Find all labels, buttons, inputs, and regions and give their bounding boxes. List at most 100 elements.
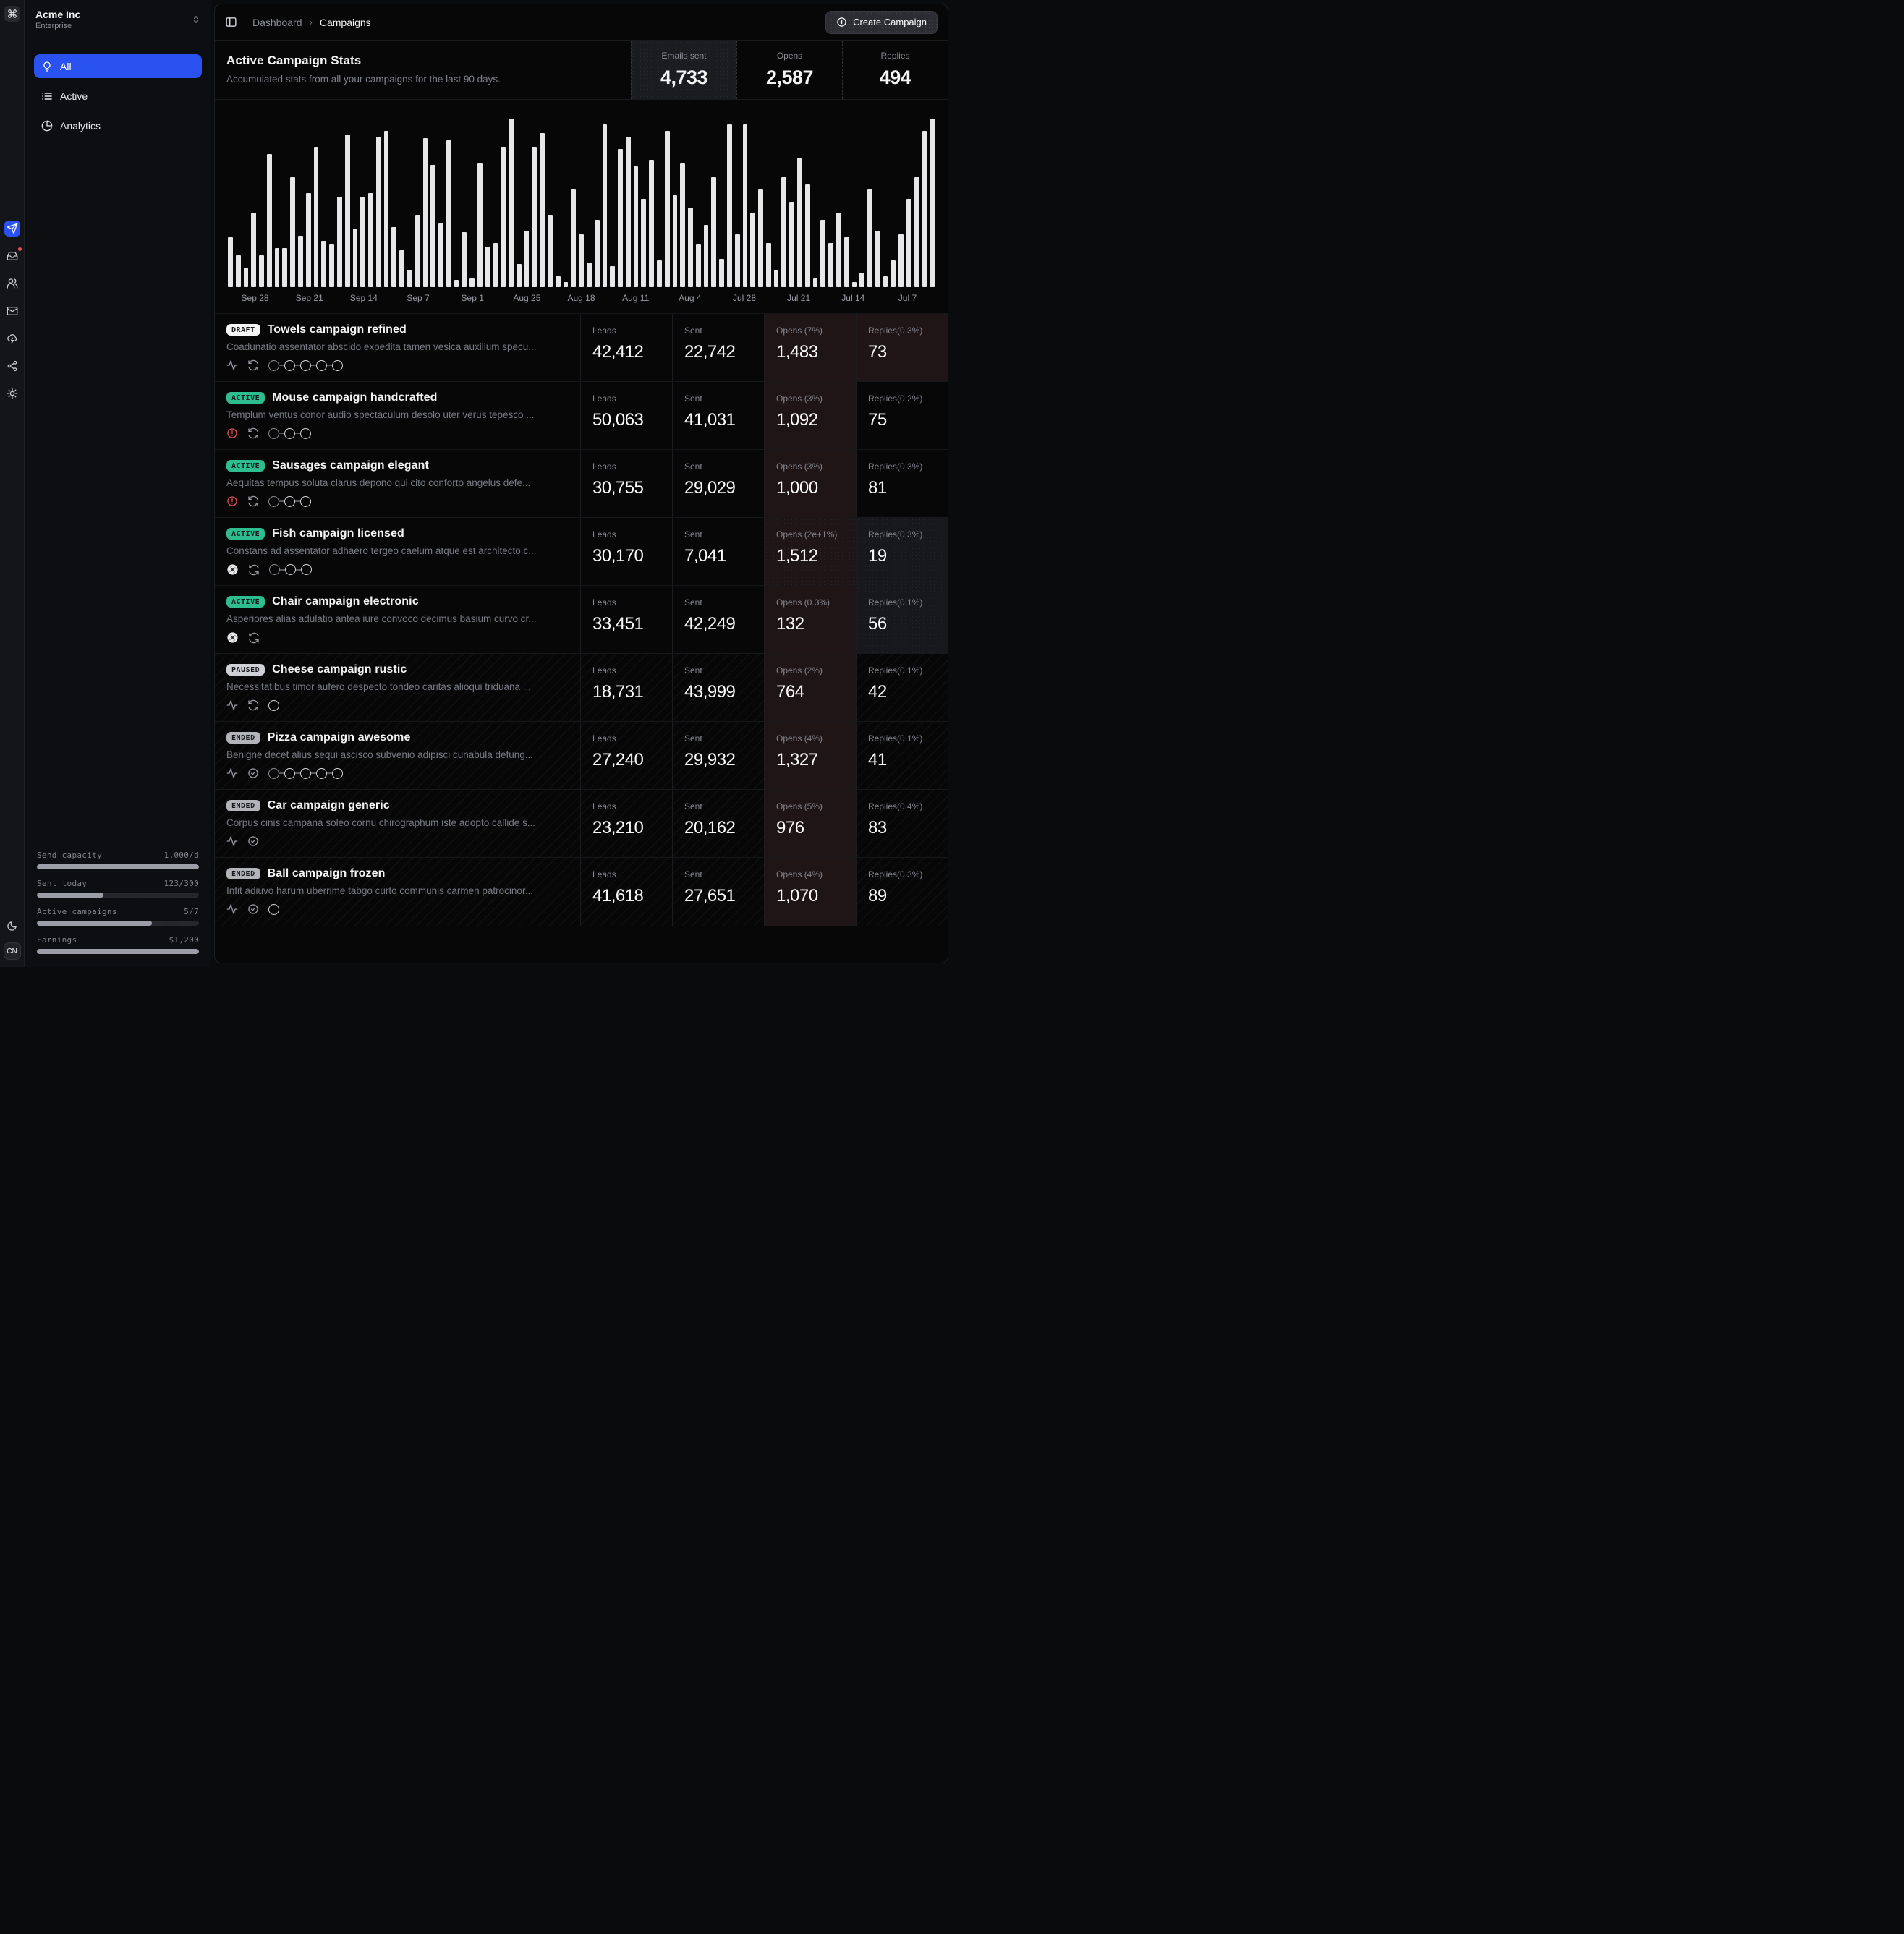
sidebar-item-active[interactable]: Active [34,84,202,108]
stat-cell-label: Leads [592,665,672,676]
stat-cell-value: 56 [868,614,948,634]
org-switcher[interactable]: Acme Inc Enterprise [25,0,211,38]
stat-cell-label: Leads [592,461,672,472]
stat-cell-leads: Leads 27,240 [580,722,672,789]
campaign-row[interactable]: ACTIVE Fish campaign licensed Constans a… [215,518,948,586]
chart-bar [462,232,467,287]
circle-plus-icon [836,17,847,27]
chart-bar [859,273,864,287]
chart-bar [391,227,396,287]
step-connector [311,772,316,774]
campaign-title: Fish campaign licensed [272,527,404,540]
x-tick-label: Jul 7 [880,293,935,303]
chart-bar [306,193,311,287]
step-circle-icon [300,496,311,507]
chart-bar [626,137,631,287]
step-circle-icon [268,904,279,915]
rail-item-users[interactable] [4,276,20,291]
status-badge: ENDED [226,732,260,744]
chart-bar [485,247,490,287]
create-campaign-button[interactable]: Create Campaign [825,11,938,34]
send-icon [7,223,18,234]
rail-item-inbox[interactable] [4,248,20,264]
page-subtitle: Accumulated stats from all your campaign… [226,74,619,85]
refresh-icon [247,427,259,439]
campaign-title: Chair campaign electronic [272,595,419,608]
chart-bar [517,264,522,287]
chart-bar [360,197,365,287]
step-circle-icon [284,768,295,779]
campaign-row[interactable]: ACTIVE Sausages campaign elegant Aequita… [215,450,948,518]
command-menu-button[interactable] [4,6,20,22]
stat-cell-value: 1,327 [776,750,856,770]
sidebar-item-label: All [60,61,72,72]
stat-cell-value: 23,210 [592,818,672,838]
stat-cell-value: 42 [868,682,948,702]
stat-cell-sent: Sent 7,041 [672,518,764,585]
x-tick-label: Sep 1 [446,293,500,303]
chart-bar [329,244,334,287]
stat-cell-replies: Replies(0.3%) 73 [856,314,948,381]
campaign-row[interactable]: PAUSED Cheese campaign rustic Necessitat… [215,654,948,722]
rail-item-send[interactable] [4,221,20,237]
cloud-lightning-icon [7,333,18,344]
usage-earnings: Earnings$1,200 [37,935,199,954]
stat-cell-value: 30,755 [592,478,672,498]
campaign-title: Ball campaign frozen [268,867,386,880]
stat-cell-label: Sent [684,869,764,880]
campaign-row[interactable]: ACTIVE Chair campaign electronic Asperio… [215,586,948,654]
sequence-steps [268,360,343,371]
stat-cell-value: 22,742 [684,342,764,362]
stat-cell-value: 30,170 [592,546,672,566]
chart-bar [618,149,623,287]
command-icon [7,9,17,19]
usage-value: $1,200 [169,935,199,945]
stat-cell-label: Leads [592,869,672,880]
chart-bar [244,268,249,287]
sidebar-item-all[interactable]: All [34,54,202,78]
stat-opens: Opens 2,587 [736,41,842,99]
campaign-row[interactable]: ENDED Ball campaign frozen Infit adiuvo … [215,858,948,926]
step-circle-icon [300,428,311,439]
stat-cell-label: Leads [592,529,672,540]
rail-item-cloud-lightning[interactable] [4,331,20,346]
stat-cell-sent: Sent 27,651 [672,858,764,926]
chart-bar [820,220,825,287]
rail-item-gear[interactable] [4,385,20,401]
stat-cell-value: 41,031 [684,410,764,430]
chart-bar [579,234,584,288]
stat-cell-leads: Leads 33,451 [580,586,672,653]
campaign-row[interactable]: ACTIVE Mouse campaign handcrafted Templu… [215,382,948,450]
chart-bar [719,259,724,287]
stat-cell-leads: Leads 23,210 [580,790,672,857]
stat-cell-leads: Leads 42,412 [580,314,672,381]
stat-cell-value: 764 [776,682,856,702]
step-circle-icon [316,360,327,371]
usage-progress-fill [37,864,199,869]
chart-bar [571,189,576,287]
stat-cell-sent: Sent 42,249 [672,586,764,653]
dark-mode-toggle[interactable] [4,918,20,934]
campaign-row[interactable]: ENDED Pizza campaign awesome Benigne dec… [215,722,948,790]
panel-toggle-icon[interactable] [225,16,237,28]
campaign-row[interactable]: DRAFT Towels campaign refined Coadunatio… [215,314,948,382]
sidebar-item-analytics[interactable]: Analytics [34,114,202,137]
chart-bar [735,234,740,288]
rail-item-share-nodes[interactable] [4,358,20,374]
breadcrumb-parent[interactable]: Dashboard [252,17,302,28]
user-avatar[interactable]: CN [4,942,21,960]
step-circle-icon [301,564,312,575]
status-badge: ENDED [226,868,260,879]
stat-cell-leads: Leads 50,063 [580,382,672,449]
stat-cell-value: 41 [868,750,948,770]
lightbulb-icon [41,61,53,72]
users-icon [7,278,18,289]
alert-circle-icon [226,427,238,439]
step-circle-icon [300,360,311,371]
stat-cell-value: 33,451 [592,614,672,634]
campaign-row[interactable]: ENDED Car campaign generic Corpus cinis … [215,790,948,858]
stat-cell-value: 42,412 [592,342,672,362]
emails-bar-chart: Sep 28Sep 21Sep 14Sep 7Sep 1Aug 25Aug 18… [215,100,948,314]
rail-item-mail[interactable] [4,303,20,319]
chart-bar [641,199,646,288]
